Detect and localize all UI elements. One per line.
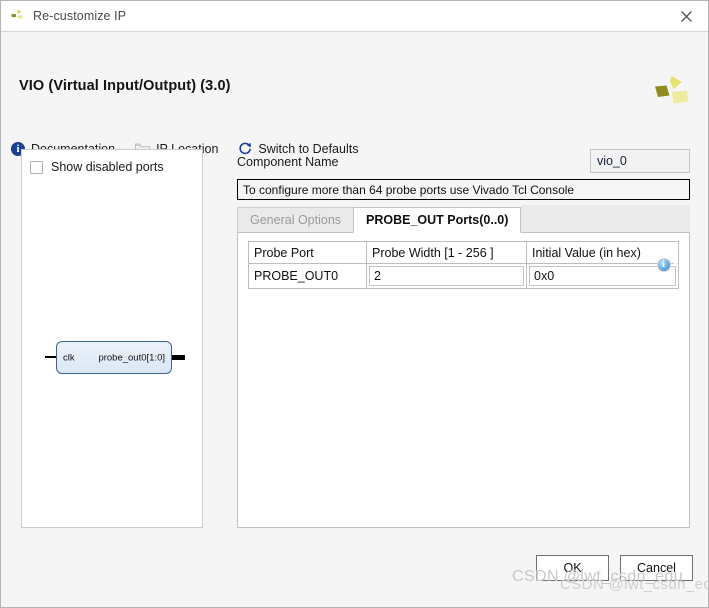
column-header-probe-port: Probe Port [248,241,367,264]
ip-symbol-panel: Show disabled ports clk probe_out0[1:0] [21,149,203,528]
cell-probe-port: PROBE_OUT0 [248,263,367,289]
dialog-body: Show disabled ports clk probe_out0[1:0] … [1,135,708,547]
input-pin-label: clk [63,352,75,363]
ip-symbol-canvas: clk probe_out0[1:0] [22,150,202,527]
cell-probe-width: 2 [366,257,671,289]
probe-out-ports-tabpanel: Probe Port Probe Width [1 - 256 ] Initia… [237,232,690,528]
dialog-footer: OK Cancel [1,547,708,607]
info-banner: To configure more than 64 probe ports us… [237,179,690,200]
config-tabstrip: General Options PROBE_OUT Ports(0..0) [237,205,690,233]
component-name-input[interactable]: vio_0 [590,149,690,173]
output-pin-wire [172,355,185,360]
ip-config-panel: Component Name vio_0 To configure more t… [237,149,690,528]
tab-probe-out-ports[interactable]: PROBE_OUT Ports(0..0) [353,207,522,233]
window-title: Re-customize IP [33,9,127,23]
xilinx-logo-icon [10,9,25,24]
ip-symbol-block: clk probe_out0[1:0] [56,341,172,374]
re-customize-ip-window: Re-customize IP VIO (Virtual Input/Outpu… [0,0,709,608]
cancel-button[interactable]: Cancel [620,555,693,581]
tab-general-options[interactable]: General Options [237,207,355,233]
tabstrip-filler [521,205,690,233]
column-header-probe-width: Probe Width [1 - 256 ] [366,241,527,264]
probe-ports-table: Probe Port Probe Width [1 - 256 ] Initia… [248,241,679,289]
table-header-row: Probe Port Probe Width [1 - 256 ] Initia… [248,241,679,264]
probe-width-input[interactable]: 2 [369,266,524,286]
component-name-row: Component Name vio_0 [237,149,690,175]
cell-initial-value: 0x0 i [526,258,679,289]
ok-button[interactable]: OK [536,555,609,581]
window-titlebar: Re-customize IP [1,1,708,32]
page-title: VIO (Virtual Input/Output) (3.0) [19,78,231,94]
dialog-header: VIO (Virtual Input/Output) (3.0) i Docum… [1,32,708,156]
close-icon[interactable] [664,1,708,31]
table-row: PROBE_OUT0 2 0x0 i [248,257,679,289]
initial-value-input[interactable]: 0x0 [529,266,676,286]
xilinx-logo-icon [651,75,689,111]
component-name-label: Component Name [237,155,339,169]
info-circle-icon[interactable]: i [656,258,671,272]
output-pin-label: probe_out0[1:0] [98,352,165,363]
